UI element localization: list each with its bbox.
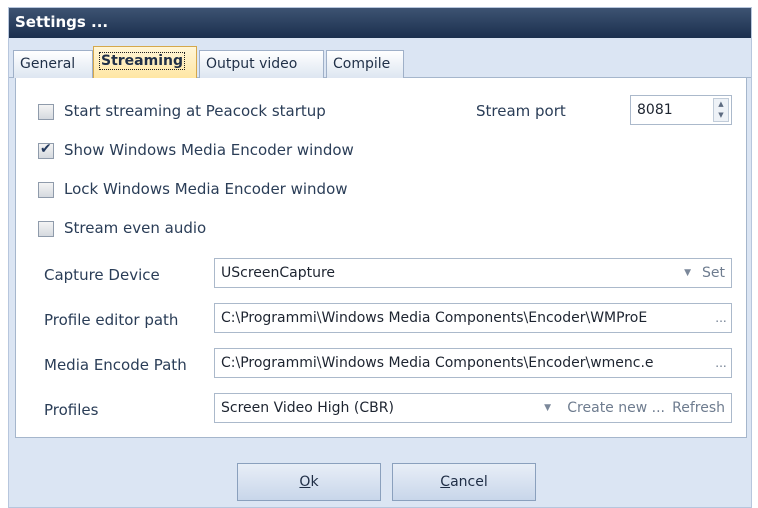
cancel-button[interactable]: Cancel xyxy=(392,463,536,501)
stream-port-value: 8081 xyxy=(637,102,673,118)
capture-device-set-button[interactable]: Set xyxy=(702,259,725,287)
media-encode-path-label: Media Encode Path xyxy=(44,356,187,374)
tab-strip: General Streaming Output video Compile xyxy=(9,38,751,79)
profiles-dropdown[interactable]: Screen Video High (CBR) ▼ Create new ...… xyxy=(214,393,732,423)
capture-device-value: UScreenCapture xyxy=(221,265,336,281)
tab-output-video[interactable]: Output video xyxy=(199,50,324,78)
profile-editor-path-value: C:\Programmi\Windows Media Components\En… xyxy=(221,310,648,326)
media-encode-browse-button[interactable]: ... xyxy=(713,349,729,377)
profiles-value: Screen Video High (CBR) xyxy=(221,400,394,416)
create-new-profile-button[interactable]: Create new ... xyxy=(567,394,665,422)
cancel-label-rest: ancel xyxy=(450,474,488,490)
capture-device-dropdown[interactable]: UScreenCapture ▼ Set xyxy=(214,258,732,288)
show-wme-window-label: Show Windows Media Encoder window xyxy=(64,141,354,159)
ok-label-rest: k xyxy=(310,474,319,490)
tab-output-video-label: Output video xyxy=(206,56,298,72)
cancel-mnemonic: C xyxy=(440,474,451,490)
profile-editor-browse-button[interactable]: ... xyxy=(713,304,729,332)
stream-audio-checkbox[interactable] xyxy=(38,221,54,237)
start-streaming-checkbox[interactable] xyxy=(38,104,54,120)
settings-window: Settings ... General Streaming Output vi… xyxy=(8,7,752,508)
media-encode-path-input[interactable]: C:\Programmi\Windows Media Components\En… xyxy=(214,348,732,378)
stream-port-input[interactable]: 8081 ▲ ▼ xyxy=(630,95,732,125)
tab-general-label: General xyxy=(20,56,76,72)
profile-editor-path-label: Profile editor path xyxy=(44,311,179,329)
tab-compile[interactable]: Compile xyxy=(326,50,404,78)
tab-compile-label: Compile xyxy=(333,56,391,72)
profiles-dropdown-arrow-icon[interactable]: ▼ xyxy=(544,394,551,422)
profiles-label: Profiles xyxy=(44,401,99,419)
ok-button[interactable]: Ok xyxy=(237,463,381,501)
capture-device-label: Capture Device xyxy=(44,266,160,284)
media-encode-path-value: C:\Programmi\Windows Media Components\En… xyxy=(221,355,654,371)
stream-port-label: Stream port xyxy=(476,102,566,120)
show-wme-window-checkbox[interactable] xyxy=(38,141,54,159)
spin-down-icon[interactable]: ▼ xyxy=(714,110,728,121)
streaming-panel: Start streaming at Peacock startup Show … xyxy=(15,78,747,438)
stream-port-spinner: ▲ ▼ xyxy=(713,98,729,122)
spin-up-icon[interactable]: ▲ xyxy=(714,99,728,110)
refresh-profiles-button[interactable]: Refresh xyxy=(672,394,725,422)
tab-general[interactable]: General xyxy=(13,50,93,78)
stream-audio-label: Stream even audio xyxy=(64,219,207,237)
lock-wme-window-label: Lock Windows Media Encoder window xyxy=(64,180,348,198)
tab-streaming[interactable]: Streaming xyxy=(93,46,197,79)
ok-mnemonic: O xyxy=(299,474,311,490)
profile-editor-path-input[interactable]: C:\Programmi\Windows Media Components\En… xyxy=(214,303,732,333)
capture-device-dropdown-arrow-icon[interactable]: ▼ xyxy=(684,259,691,287)
window-title: Settings ... xyxy=(9,8,751,38)
lock-wme-window-checkbox[interactable] xyxy=(38,182,54,198)
tab-streaming-label: Streaming xyxy=(99,52,185,70)
start-streaming-label: Start streaming at Peacock startup xyxy=(64,102,326,120)
